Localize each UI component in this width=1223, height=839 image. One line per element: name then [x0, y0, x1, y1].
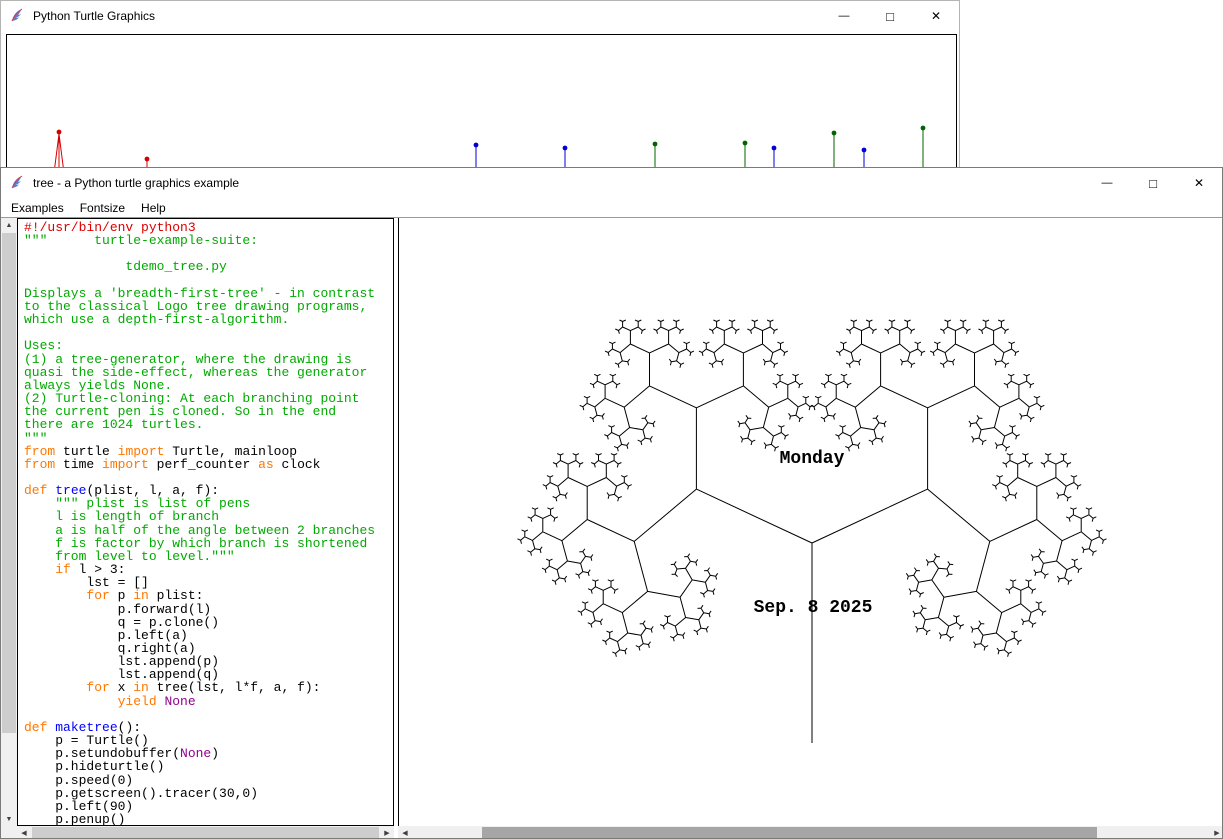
fg-maximize-button[interactable]: □	[1130, 168, 1176, 198]
fg-window-title: tree - a Python turtle graphics example	[33, 176, 239, 190]
fg-window-controls: — □ ✕	[1084, 168, 1222, 198]
scroll-down-icon[interactable]: ▼	[2, 812, 16, 826]
bg-window-title: Python Turtle Graphics	[33, 9, 155, 23]
code-line: p.penup()	[24, 813, 393, 826]
tree-example-window: tree - a Python turtle graphics example …	[0, 167, 1223, 839]
drawing-turtle-7	[832, 131, 837, 167]
fg-close-button[interactable]: ✕	[1176, 168, 1222, 198]
drawing-turtle-1	[145, 157, 150, 167]
bg-window-controls: — □ ✕	[821, 1, 959, 31]
code-line: from time import perf_counter as clock	[24, 458, 393, 471]
menu-bar: Examples Fontsize Help	[1, 198, 1222, 218]
menu-help[interactable]: Help	[133, 199, 174, 217]
bg-close-button[interactable]: ✕	[913, 1, 959, 31]
bg-canvas-svg	[7, 35, 956, 167]
canvas-horizontal-scrollbar[interactable]: ◀ ▶	[398, 826, 1223, 839]
scroll-right-icon[interactable]: ▶	[1210, 826, 1223, 839]
scroll-left-icon[interactable]: ◀	[398, 826, 412, 839]
bg-minimize-button[interactable]: —	[821, 1, 867, 31]
code-editor[interactable]: #!/usr/bin/env python3""" turtle-example…	[17, 218, 394, 826]
code-horizontal-scrollbar[interactable]: ◀ ▶	[17, 826, 394, 839]
drawing-turtle-0	[54, 130, 64, 167]
turtle-canvas: Monday Sep. 8 2025	[398, 218, 1223, 826]
scrollbar-corner	[1, 826, 17, 839]
code-line: tdemo_tree.py	[24, 260, 393, 273]
scroll-up-icon[interactable]: ▲	[2, 218, 16, 232]
bg-titlebar[interactable]: Python Turtle Graphics — □ ✕	[1, 1, 959, 31]
code-vertical-scrollbar[interactable]: ▲ ▼	[1, 218, 17, 826]
drawing-turtle-3	[563, 146, 568, 167]
scroll-right-icon[interactable]: ▶	[380, 826, 394, 839]
code-text: #!/usr/bin/env python3""" turtle-example…	[24, 221, 393, 826]
date-label: Sep. 8 2025	[754, 598, 873, 618]
fg-minimize-button[interactable]: —	[1084, 168, 1130, 198]
drawing-turtle-2	[474, 143, 479, 167]
background-window: Python Turtle Graphics — □ ✕	[0, 0, 960, 167]
bg-maximize-button[interactable]: □	[867, 1, 913, 31]
code-line: which use a depth-first-algorithm.	[24, 313, 393, 326]
menu-examples[interactable]: Examples	[3, 199, 72, 217]
drawing-turtle-9	[921, 126, 926, 167]
code-line: """ turtle-example-suite:	[24, 234, 393, 247]
tk-feather-icon	[9, 8, 25, 24]
code-hscroll-thumb[interactable]	[32, 827, 379, 839]
drawing-turtle-5	[743, 141, 748, 167]
drawing-turtle-6	[772, 146, 777, 167]
tk-feather-icon	[9, 175, 25, 191]
drawing-turtle-4	[653, 142, 658, 167]
scroll-left-icon[interactable]: ◀	[17, 826, 31, 839]
monday-label: Monday	[780, 449, 845, 469]
code-vscroll-thumb[interactable]	[2, 233, 16, 733]
menu-fontsize[interactable]: Fontsize	[72, 199, 133, 217]
code-line	[24, 326, 393, 339]
canvas-hscroll-thumb[interactable]	[482, 827, 1097, 839]
drawing-turtle-8	[862, 148, 867, 167]
fg-titlebar[interactable]: tree - a Python turtle graphics example …	[1, 168, 1222, 198]
bg-turtle-canvas	[6, 34, 957, 167]
paned-content: ▲ ▼ #!/usr/bin/env python3""" turtle-exa…	[1, 218, 1222, 838]
code-line: there are 1024 turtles.	[24, 418, 393, 431]
fractal-tree-svg	[399, 218, 1223, 826]
code-line: yield None	[24, 695, 393, 708]
